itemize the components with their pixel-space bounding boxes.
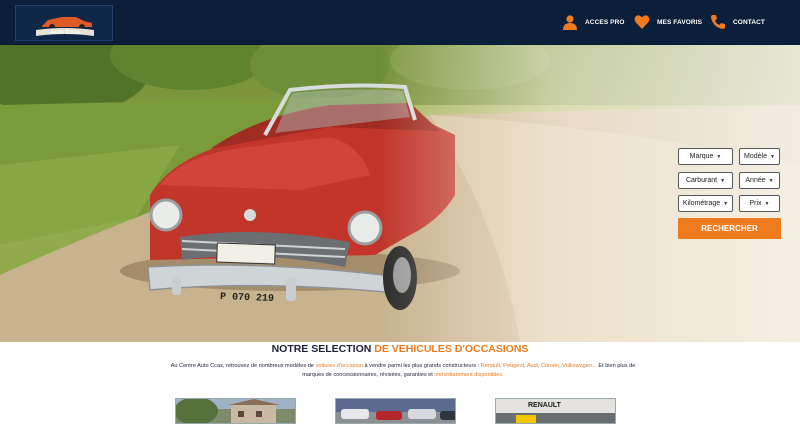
filter-marque-label: Marque [689, 153, 714, 160]
car-logo-icon [36, 17, 94, 36]
caret-down-icon: ▼ [720, 177, 726, 184]
phone-icon [711, 15, 725, 29]
filter-modele-label: Modèle [744, 153, 767, 160]
caret-down-icon: ▼ [716, 153, 722, 160]
filter-kilometrage[interactable]: Kilométrage ▼ [678, 195, 733, 212]
logo-text: Auto Ccas [50, 30, 80, 36]
desc-brands: Renault, Peugeot, Audi, Citroën, Volkswa… [480, 363, 597, 369]
caret-down-icon: ▼ [764, 200, 770, 207]
desc-link-voitures[interactable]: voitures d'occasion [316, 363, 363, 369]
search-button[interactable]: RECHERCHER [678, 218, 781, 239]
nav-acces-pro-label: ACCES PRO [585, 18, 625, 26]
nav-contact-label: CONTACT [733, 18, 765, 26]
section-title: NOTRE SELECTION DE VEHICULES D'OCCASIONS [0, 343, 800, 355]
top-navbar: Auto Ccas ACCES PRO MES FAVORIS CONTACT [0, 0, 800, 45]
user-icon [563, 15, 577, 30]
caret-down-icon: ▼ [768, 177, 774, 184]
filter-carburant[interactable]: Carburant ▼ [678, 172, 733, 189]
vehicle-thumbnail[interactable] [175, 398, 296, 424]
heart-icon [634, 15, 650, 29]
filter-marque[interactable]: Marque ▼ [678, 148, 733, 165]
hero-haze-overlay [380, 45, 800, 342]
section-title-part1: NOTRE SELECTION [271, 343, 375, 355]
filter-carburant-label: Carburant [685, 177, 718, 184]
hero-banner: P 070 219 [0, 45, 800, 342]
dealer-sign: RENAULT [528, 402, 561, 409]
filter-modele[interactable]: Modèle ▼ [739, 148, 780, 165]
nav-acces-pro[interactable]: ACCES PRO [562, 14, 625, 30]
site-logo[interactable]: Auto Ccas [15, 5, 113, 41]
filter-prix-label: Prix [749, 200, 762, 207]
desc-available: immédiatement disponibles. [434, 372, 504, 378]
desc-text-2: à vendre parmi les plus grands construct… [362, 363, 481, 369]
caret-down-icon: ▼ [770, 153, 775, 160]
house-photo [176, 399, 295, 423]
license-plate: P 070 219 [219, 292, 275, 305]
vehicle-thumbnail[interactable] [335, 398, 456, 424]
filter-prix[interactable]: Prix ▼ [739, 195, 780, 212]
desc-text-1: Au Centre Auto Ccas, retrouvez de nombre… [170, 363, 316, 369]
section-title-part2: DE VEHICULES D'OCCASIONS [374, 343, 529, 355]
parking-photo [336, 399, 455, 423]
vehicle-thumbnail[interactable]: RENAULT [495, 398, 616, 424]
filter-kilometrage-label: Kilométrage [682, 200, 721, 207]
nav-contact[interactable]: CONTACT [710, 14, 765, 30]
nav-mes-favoris-label: MES FAVORIS [657, 18, 703, 26]
filter-annee[interactable]: Année ▼ [739, 172, 780, 189]
filter-annee-label: Année [745, 177, 766, 184]
caret-down-icon: ▼ [723, 200, 729, 207]
nav-mes-favoris[interactable]: MES FAVORIS [634, 14, 702, 30]
section-description: Au Centre Auto Ccas, retrouvez de nombre… [168, 362, 638, 380]
